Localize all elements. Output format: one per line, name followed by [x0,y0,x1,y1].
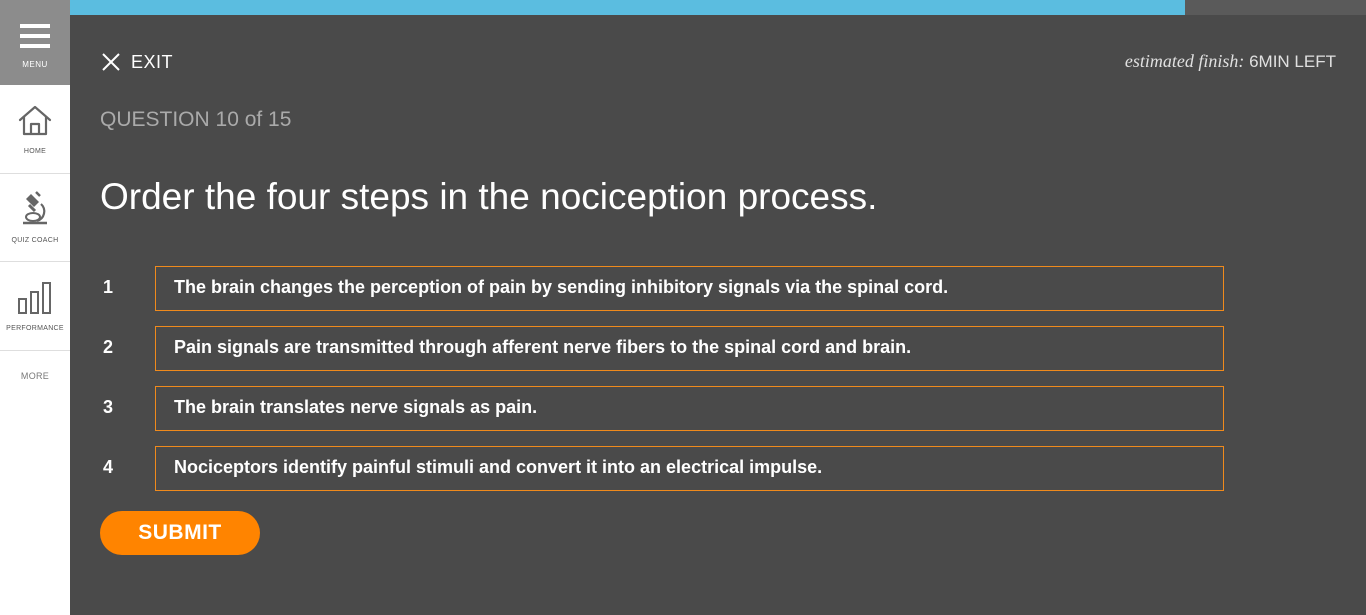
home-icon [18,105,52,136]
time-left: 6MIN LEFT [1249,52,1336,71]
answer-row: 3 The brain translates nerve signals as … [100,386,1224,431]
sidebar-item-label: QUIZ COACH [11,237,59,244]
sidebar-item-more[interactable]: MORE [0,351,70,401]
answer-text: The brain changes the perception of pain… [174,277,949,297]
answer-option[interactable]: Nociceptors identify painful stimuli and… [155,446,1224,491]
submit-button[interactable]: SUBMIT [100,511,260,555]
sidebar-item-label: MORE [20,371,50,381]
answer-row: 1 The brain changes the perception of pa… [100,266,1224,311]
progress-bar [70,0,1366,15]
sidebar: MENU HOME QUIZ COACH PERFORMANCE MORE [0,0,70,615]
estimated-finish-label: estimated finish: [1124,51,1245,71]
exit-label: EXIT [131,52,174,72]
menu-label: MENU [22,60,48,69]
answer-number: 1 [103,277,114,297]
answer-text: Pain signals are transmitted through aff… [174,337,912,357]
answer-text: Nociceptors identify painful stimuli and… [174,457,823,477]
answer-text: The brain translates nerve signals as pa… [174,397,538,417]
bar-chart-icon [18,282,51,314]
sidebar-item-label: PERFORMANCE [6,325,64,332]
hamburger-icon [20,24,50,48]
sidebar-item-label: HOME [23,148,47,155]
answer-row: 2 Pain signals are transmitted through a… [100,326,1224,371]
question-counter: QUESTION 10 of 15 [100,108,292,131]
sidebar-item-home[interactable]: HOME [0,85,70,174]
answer-row: 4 Nociceptors identify painful stimuli a… [100,446,1224,491]
answer-option[interactable]: The brain translates nerve signals as pa… [155,386,1224,431]
close-icon [102,53,120,71]
answer-number: 4 [103,457,114,477]
menu-button[interactable]: MENU [0,0,70,85]
sidebar-item-quiz-coach[interactable]: QUIZ COACH [0,174,70,262]
estimated-finish: estimated finish: 6MIN LEFT [1125,51,1336,72]
microscope-icon [23,191,47,225]
answer-number: 2 [103,337,114,357]
progress-fill [70,0,1185,15]
question-text: Order the four steps in the nociception … [100,176,878,217]
sidebar-item-performance[interactable]: PERFORMANCE [0,262,70,351]
answer-option[interactable]: The brain changes the perception of pain… [155,266,1224,311]
answer-number: 3 [103,397,114,417]
answer-option[interactable]: Pain signals are transmitted through aff… [155,326,1224,371]
